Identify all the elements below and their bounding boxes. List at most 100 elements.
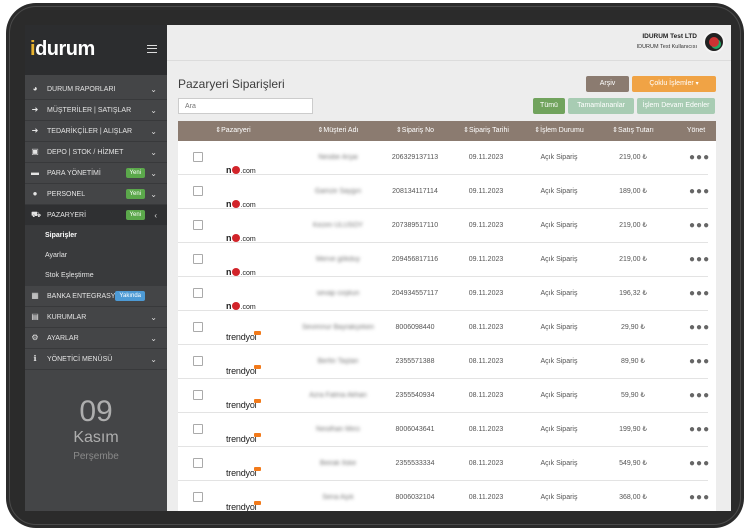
cell-status: Açık Sipariş xyxy=(540,426,578,433)
more-options-icon[interactable]: ●●● xyxy=(689,175,710,209)
table-row[interactable]: trendyol Berfin Taştan 2355571388 08.11.202… xyxy=(178,345,710,379)
cell-amount: 219,00 ₺ xyxy=(619,256,647,263)
cell-customer: Kezim ULUSOY xyxy=(312,222,364,229)
more-options-icon[interactable]: ●●● xyxy=(689,379,710,413)
cell-customer: Nesilhan Mirci xyxy=(316,426,360,433)
row-checkbox[interactable] xyxy=(193,322,203,332)
cell-status: Açık Sipariş xyxy=(540,154,578,161)
cell-order: 209456817116 xyxy=(391,256,439,263)
main-content: IDURUM Test LTD IDURUM Test Kullanıcısı … xyxy=(167,25,731,511)
row-checkbox[interactable] xyxy=(193,492,203,502)
sidebar-item-building[interactable]: ▤ KURUMLAR ⌄ xyxy=(25,307,167,328)
column-header-order-date[interactable]: ⇕Sipariş Tarihi xyxy=(450,121,522,141)
sidebar-item-cart[interactable]: ⛟ PAZARYERİ Yeni ‹ xyxy=(25,205,167,226)
logo-bar: idurum xyxy=(25,25,167,75)
sidebar-item-users[interactable]: ● PERSONEL Yeni ⌄ xyxy=(25,184,167,205)
date-day: 09 xyxy=(79,395,113,428)
sidebar-item-sign-out[interactable]: ➜ TEDARİKÇİLER | ALIŞLAR ⌄ xyxy=(25,121,167,142)
chevron-left-icon: ‹ xyxy=(154,211,157,220)
more-options-icon[interactable]: ●●● xyxy=(689,447,710,481)
sidebar-item-gears[interactable]: ⚙ AYARLAR ⌄ xyxy=(25,328,167,349)
filter-all-button[interactable]: Tümü xyxy=(533,98,565,114)
column-header-marketplace[interactable]: ⇕Pazaryeri xyxy=(198,121,268,141)
table-row[interactable]: n .com Merve gökduy 209456817116 09.11.2023 A… xyxy=(178,243,710,277)
sidebar: idurum ◕ DURUM RAPORLARI ⌄ ➜ MÜŞTERİLER | SA… xyxy=(25,25,167,511)
sidebar-item-info[interactable]: ℹ YÖNETİCİ MENÜSÜ ⌄ xyxy=(25,349,167,370)
table-row[interactable]: n .com sevap coşkun 204934557117 09.11.2023 A… xyxy=(178,277,710,311)
sidebar-item-label: MÜŞTERİLER | SATIŞLAR xyxy=(47,107,132,114)
menu-toggle-icon[interactable] xyxy=(147,45,157,53)
row-checkbox[interactable] xyxy=(193,390,203,400)
column-header-amount[interactable]: ⇕Satış Tutarı xyxy=(598,121,668,141)
table-row[interactable]: trendyol Azra Fatma Akhan 2355540934 08.11.… xyxy=(178,379,710,413)
page-title: Pazaryeri Siparişleri xyxy=(178,77,285,91)
more-options-icon[interactable]: ●●● xyxy=(689,277,710,311)
table-row[interactable]: n .com Gamze Saygın 208134117114 09.11.2023 A… xyxy=(178,175,710,209)
cell-status: Açık Sipariş xyxy=(540,324,578,331)
cell-customer: Nesibe Arşai xyxy=(318,154,358,161)
company-name: IDURUM Test LTD xyxy=(642,33,697,40)
cell-amount: 196,32 ₺ xyxy=(619,290,647,297)
cell-amount: 219,00 ₺ xyxy=(619,154,647,161)
cell-amount: 219,00 ₺ xyxy=(619,222,647,229)
sidebar-item-box[interactable]: ▣ DEPO | STOK / HİZMET ⌄ xyxy=(25,142,167,163)
avatar[interactable] xyxy=(703,31,725,53)
row-checkbox[interactable] xyxy=(193,254,203,264)
more-options-icon[interactable]: ●●● xyxy=(689,209,710,243)
gears-icon: ⚙ xyxy=(31,333,39,342)
more-options-icon[interactable]: ●●● xyxy=(689,413,710,447)
cell-customer: Azra Fatma Akhan xyxy=(309,392,367,399)
bulk-actions-button[interactable]: Çoklu İşlemler ▾ xyxy=(632,76,716,92)
logo[interactable]: idurum xyxy=(30,38,95,61)
cell-order: 8006098440 xyxy=(395,324,435,331)
row-checkbox[interactable] xyxy=(193,356,203,366)
more-options-icon[interactable]: ●●● xyxy=(689,141,710,175)
cell-amount: 549,90 ₺ xyxy=(619,460,647,467)
more-options-icon[interactable]: ●●● xyxy=(689,243,710,277)
row-checkbox[interactable] xyxy=(193,288,203,298)
cell-customer: Beirak Ilske xyxy=(319,460,357,467)
cell-customer: Sena Aşık xyxy=(322,494,354,501)
status-badge: Yakında xyxy=(115,291,145,301)
status-badge: Yeni xyxy=(125,189,145,199)
sidebar-item-money[interactable]: ▬ PARA YÖNETİMİ Yeni ⌄ xyxy=(25,163,167,184)
filter-completed-button[interactable]: Tamamlananlar xyxy=(568,98,634,114)
sidebar-item-label: KURUMLAR xyxy=(47,314,87,321)
row-checkbox[interactable] xyxy=(193,424,203,434)
table-row[interactable]: trendyol Sevimnur Bayrakçeken 8006098440 08… xyxy=(178,311,710,345)
user-name: IDURUM Test Kullanıcısı xyxy=(636,44,697,50)
sidebar-nav: ◕ DURUM RAPORLARI ⌄ ➜ MÜŞTERİLER | SATIŞLAR ⌄… xyxy=(25,79,167,370)
cell-customer: Gamze Saygın xyxy=(314,188,362,195)
table-row[interactable]: n .com Kezim ULUSOY 207389517110 09.11.2023 A… xyxy=(178,209,710,243)
table-row[interactable]: trendyol Beirak Ilske 2355533334 08.11.2023… xyxy=(178,447,710,481)
cell-customer: Merve gökduy xyxy=(316,256,360,263)
filter-in-progress-button[interactable]: İşlem Devam Edenler xyxy=(637,98,715,114)
archive-button[interactable]: Arşiv xyxy=(586,76,629,92)
row-checkbox[interactable] xyxy=(193,220,203,230)
cell-date: 08.11.2023 xyxy=(468,358,504,365)
cell-order: 2355533334 xyxy=(395,460,435,467)
column-header-order-no[interactable]: ⇕Sipariş No xyxy=(380,121,450,141)
sidebar-item-bank[interactable]: ▦ BANKA ENTEGRASYONU Yakında xyxy=(25,286,167,307)
cell-date: 09.11.2023 xyxy=(468,256,504,263)
chevron-down-icon: ⌄ xyxy=(150,355,157,364)
app-screen: idurum ◕ DURUM RAPORLARI ⌄ ➜ MÜŞTERİLER | SA… xyxy=(25,25,731,511)
table-row[interactable]: trendyol Sena Aşık 8006032104 08.11.2023 Açı… xyxy=(178,481,710,511)
more-options-icon[interactable]: ●●● xyxy=(689,345,710,379)
sidebar-subitem[interactable]: Siparişler xyxy=(25,226,167,246)
sidebar-subitem[interactable]: Ayarlar xyxy=(25,246,167,266)
column-header-customer[interactable]: ⇕Müşteri Adı xyxy=(298,121,378,141)
row-checkbox[interactable] xyxy=(193,152,203,162)
row-checkbox[interactable] xyxy=(193,458,203,468)
column-header-status[interactable]: ⇕İşlem Durumu xyxy=(522,121,596,141)
sidebar-item-pie-chart[interactable]: ◕ DURUM RAPORLARI ⌄ xyxy=(25,79,167,100)
table-row[interactable]: n .com Nesibe Arşai 206329137113 09.11.2023 A… xyxy=(178,141,710,175)
more-options-icon[interactable]: ●●● xyxy=(689,481,710,511)
table-row[interactable]: trendyol Nesilhan Mirci 8006043641 08.11.20… xyxy=(178,413,710,447)
sidebar-subitem[interactable]: Stok Eşleştirme xyxy=(25,266,167,286)
more-options-icon[interactable]: ●●● xyxy=(689,311,710,345)
date-widget: 09 Kasım Perşembe xyxy=(25,395,167,463)
row-checkbox[interactable] xyxy=(193,186,203,196)
sidebar-item-sign-in[interactable]: ➜ MÜŞTERİLER | SATIŞLAR ⌄ xyxy=(25,100,167,121)
search-input[interactable] xyxy=(178,98,313,114)
